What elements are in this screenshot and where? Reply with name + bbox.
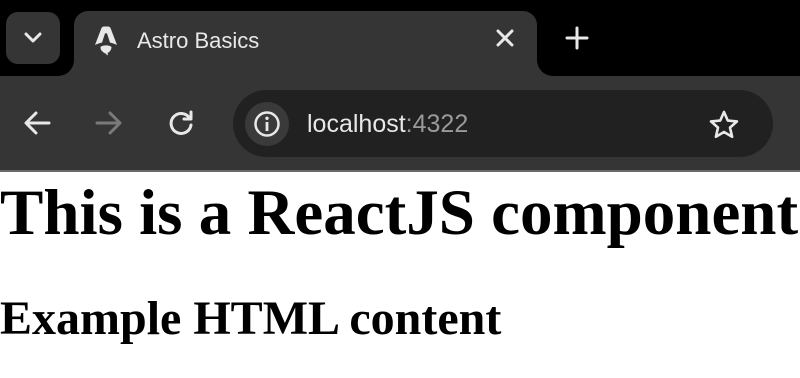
forward-button[interactable] (92, 106, 126, 140)
browser-window: Astro Basics localhost:4322 This is a Re… (0, 0, 800, 378)
url-text[interactable]: localhost:4322 (307, 109, 468, 139)
new-tab-button[interactable] (561, 22, 593, 54)
url-port: :4322 (405, 110, 469, 138)
tab-strip: Astro Basics (0, 0, 800, 76)
tab-active[interactable]: Astro Basics (74, 11, 537, 76)
reload-button[interactable] (164, 106, 198, 140)
arrow-left-icon (24, 111, 51, 135)
page-heading: This is a ReactJS component! (0, 177, 800, 249)
page-subheading: Example HTML content (0, 292, 502, 345)
url-host: localhost (307, 110, 406, 138)
astro-logo-icon (95, 26, 117, 56)
page-content: This is a ReactJS component! Example HTM… (0, 172, 800, 378)
arrow-right-icon (95, 111, 122, 135)
reload-icon (169, 110, 193, 135)
star-icon (709, 110, 739, 139)
plus-icon (565, 26, 589, 50)
chevron-down-icon (24, 32, 42, 43)
info-icon (254, 111, 280, 137)
tab-title: Astro Basics (137, 28, 260, 53)
bookmark-button[interactable] (707, 108, 741, 142)
address-bar[interactable]: localhost:4322 (233, 90, 773, 157)
tab-close-button[interactable] (492, 25, 518, 51)
toolbar: localhost:4322 (0, 76, 800, 170)
tab-search-button[interactable] (6, 12, 60, 64)
close-icon (496, 29, 514, 47)
back-button[interactable] (20, 106, 54, 140)
site-info-button[interactable] (245, 102, 289, 146)
